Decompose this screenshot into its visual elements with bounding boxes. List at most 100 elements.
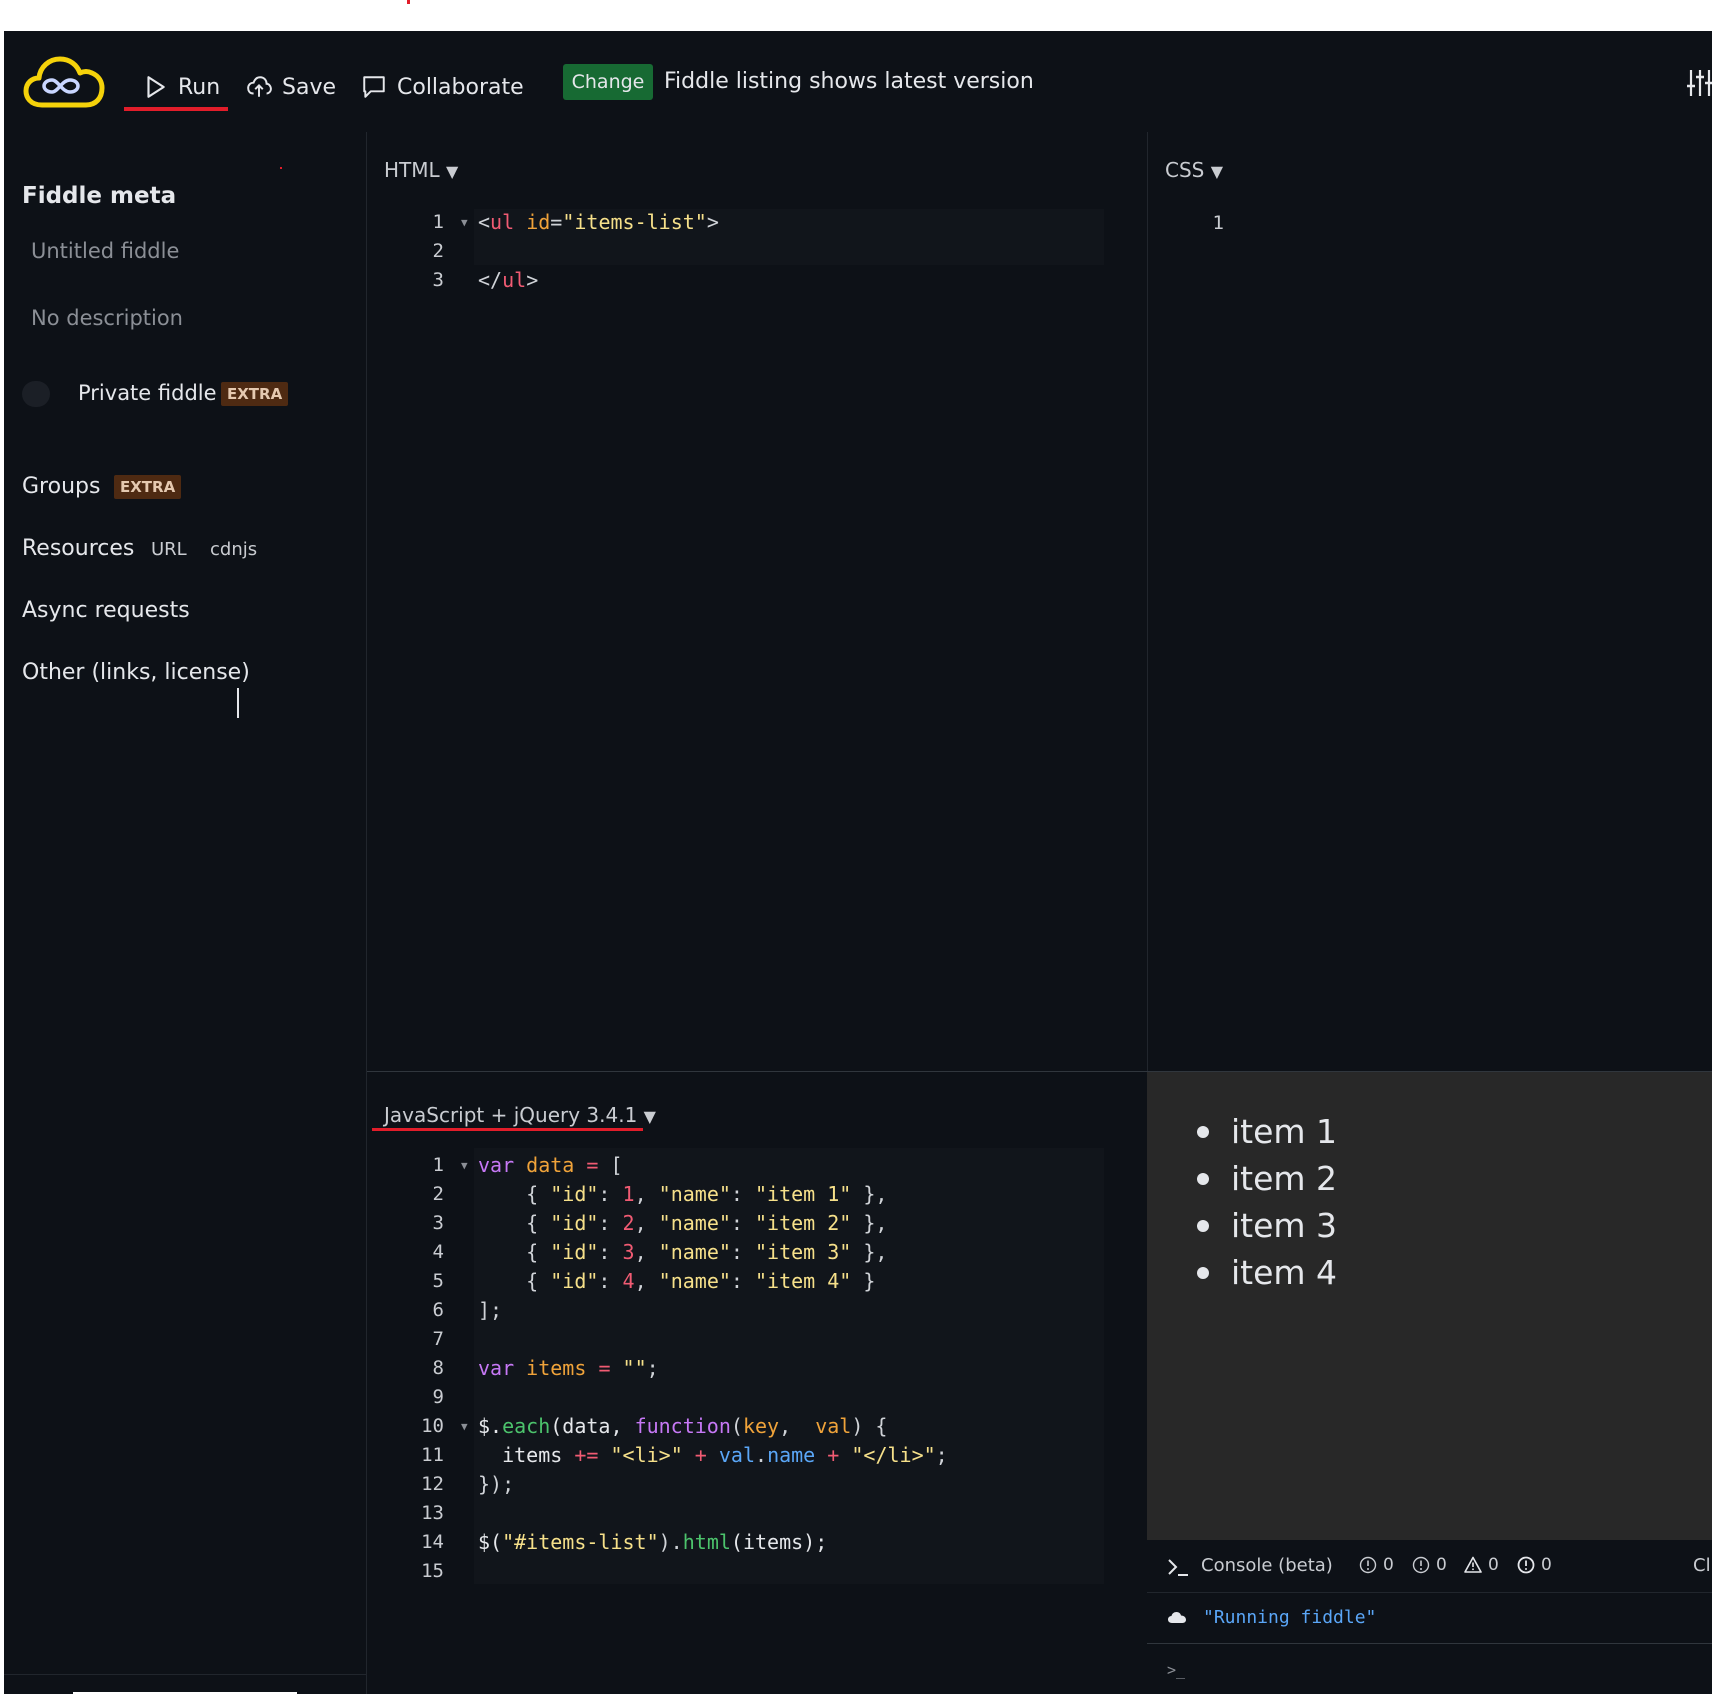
private-extra-badge: EXTRA: [221, 382, 289, 406]
code-token: +=: [574, 1443, 599, 1467]
line-number: 1: [1212, 212, 1224, 234]
red-marker: [280, 167, 282, 169]
sidebar-item-other[interactable]: Other (links, license): [22, 660, 250, 685]
jsfiddle-app: Run Save Collaborate Change Fiddle listi…: [4, 31, 1712, 1694]
text-cursor: [237, 688, 239, 718]
css-panel-label[interactable]: CSS ▼: [1165, 158, 1223, 182]
warning-icon: [1464, 1556, 1482, 1573]
result-list-item: item 1: [1197, 1108, 1337, 1155]
code-token: data: [526, 1153, 575, 1177]
code-token: ul: [490, 210, 515, 234]
sidebar-item-resources[interactable]: Resources: [22, 536, 134, 561]
fiddle-title-input[interactable]: Untitled fiddle: [31, 239, 179, 263]
code-line: ];: [478, 1296, 502, 1325]
line-number: 12: [421, 1473, 444, 1495]
code-token: "item 4": [755, 1269, 852, 1293]
save-button[interactable]: Save: [246, 67, 336, 107]
sidebar-item-groups[interactable]: Groups: [22, 474, 100, 499]
result-list-item: item 2: [1197, 1155, 1337, 1202]
code-token: =: [598, 1356, 611, 1380]
code-token: id: [526, 210, 551, 234]
log-counter[interactable]: 0: [1359, 1555, 1394, 1575]
code-line: <ul id="items-list">: [478, 208, 719, 237]
line-number: 2: [432, 1183, 444, 1205]
html-panel-label[interactable]: HTML ▼: [384, 158, 458, 182]
code-token: +: [827, 1443, 840, 1467]
log-count: 0: [1383, 1555, 1394, 1575]
warning-count: 0: [1488, 1555, 1499, 1575]
private-toggle[interactable]: [22, 381, 50, 407]
result-list: item 1 item 2 item 3 item 4: [1197, 1108, 1337, 1296]
console-label: Console (beta): [1201, 1555, 1333, 1576]
code-line: { "id": 1, "name": "item 1" },: [478, 1182, 888, 1206]
resources-url-tab[interactable]: URL: [151, 539, 187, 560]
clear-console-button[interactable]: Cl: [1693, 1555, 1711, 1576]
code-token: "id": [550, 1211, 599, 1235]
console-header[interactable]: Console (beta) 0 0 0 0 Cl: [1147, 1540, 1712, 1592]
code-token: },: [851, 1182, 888, 1206]
code-token: val: [815, 1414, 852, 1438]
code-token: </: [478, 268, 503, 292]
code-token: 1: [622, 1182, 635, 1206]
private-fiddle-label: Private fiddle: [78, 381, 217, 405]
code-line: var items = "";: [478, 1354, 659, 1383]
code-token: "</li>": [851, 1443, 936, 1467]
warning-counter[interactable]: 0: [1464, 1555, 1499, 1575]
code-line: { "id": 3, "name": "item 3" },: [478, 1240, 888, 1264]
change-button[interactable]: Change: [563, 64, 653, 100]
jsfiddle-logo-icon[interactable]: [22, 51, 108, 115]
code-token: "item 3": [755, 1240, 852, 1264]
resources-cdnjs-tab[interactable]: cdnjs: [210, 539, 257, 560]
code-token: "name": [658, 1211, 731, 1235]
code-line: $.each(data, function(key, val) {: [478, 1414, 888, 1438]
fold-arrow-icon[interactable]: ▼: [461, 1412, 468, 1441]
code-token: +: [694, 1443, 707, 1467]
chat-bubble-icon: [363, 76, 385, 98]
line-number: 13: [421, 1502, 444, 1524]
error-count: 0: [1541, 1555, 1552, 1575]
result-pane[interactable]: item 1 item 2 item 3 item 4: [1147, 1072, 1712, 1540]
fiddle-description-input[interactable]: No description: [31, 306, 183, 330]
code-token: "item 1": [755, 1182, 852, 1206]
code-line: });: [478, 1470, 514, 1499]
code-line: items += "<li>" + val.name + "</li>";: [502, 1443, 948, 1467]
info-count: 0: [1436, 1555, 1447, 1575]
line-number: 10: [421, 1415, 444, 1437]
fold-arrow-icon[interactable]: ▼: [461, 1151, 468, 1180]
error-icon: [1517, 1556, 1535, 1574]
listing-notice: Fiddle listing shows latest version: [664, 69, 1034, 94]
code-token: (items);: [730, 1530, 828, 1554]
code-token: name: [767, 1443, 816, 1467]
css-dropdown-icon: ▼: [1210, 162, 1224, 181]
code-token: =: [550, 210, 563, 234]
info-counter[interactable]: 0: [1412, 1555, 1447, 1575]
code-token: "#items-list": [502, 1530, 659, 1554]
run-button[interactable]: Run: [142, 67, 220, 107]
console-input[interactable]: >_: [1167, 1661, 1185, 1679]
sidebar-panel-divider[interactable]: [366, 132, 367, 1694]
code-token: "name": [658, 1269, 731, 1293]
code-token: "item 2": [755, 1211, 852, 1235]
info-icon: [1359, 1556, 1377, 1574]
code-token: var: [478, 1356, 515, 1380]
sidebar-item-async-requests[interactable]: Async requests: [22, 598, 190, 623]
terminal-icon: [1168, 1559, 1188, 1576]
line-number: 6: [432, 1299, 444, 1321]
run-label: Run: [178, 74, 221, 100]
play-icon: [147, 76, 165, 98]
error-counter[interactable]: 0: [1517, 1555, 1552, 1575]
fold-arrow-icon[interactable]: ▼: [461, 208, 468, 237]
code-token: "<li>": [610, 1443, 683, 1467]
save-label: Save: [282, 74, 337, 100]
line-number: 14: [421, 1531, 444, 1553]
code-token: 2: [622, 1211, 635, 1235]
collaborate-button[interactable]: Collaborate: [361, 67, 524, 107]
settings-sliders-icon[interactable]: [1686, 68, 1712, 98]
js-panel-label[interactable]: JavaScript + jQuery 3.4.1 ▼: [384, 1103, 656, 1127]
js-active-indicator: [372, 1128, 643, 1131]
code-token: $(: [478, 1530, 503, 1554]
code-token: (data,: [550, 1414, 635, 1438]
line-number: 9: [432, 1386, 444, 1408]
code-line: { "id": 2, "name": "item 2" },: [478, 1211, 888, 1235]
code-token: "id": [550, 1269, 599, 1293]
